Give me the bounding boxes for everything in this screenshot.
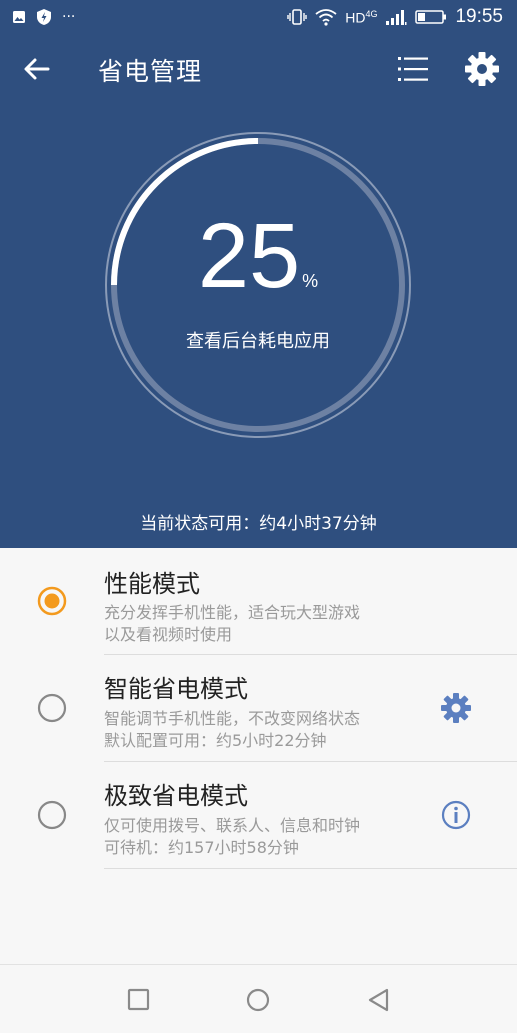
background-apps-link[interactable]: 查看后台耗电应用 [103,327,413,353]
radio-unselected-icon[interactable] [36,799,68,831]
status-bar: ··· HD4G 19:55 [0,0,517,36]
clock: 19:55 [455,6,503,27]
settings-gear-icon[interactable] [464,51,500,87]
gear-icon[interactable] [438,690,474,726]
wifi-icon [315,9,337,26]
mode-item-performance[interactable]: 性能模式 充分发挥手机性能，适合玩大型游戏 以及看视频时使用 [0,548,517,655]
mode-item-smart-saving[interactable]: 智能省电模式 智能调节手机性能，不改变网络状态 默认配置可用：约5小时22分钟 [0,655,517,762]
mode-title: 极致省电模式 [104,782,248,810]
mode-estimate: 可待机：约157小时58分钟 [104,838,299,857]
back-triangle-icon[interactable] [364,985,394,1015]
app-bar: 省电管理 [0,36,517,102]
mode-description: 充分发挥手机性能，适合玩大型游戏 [104,603,361,622]
more-notifications-icon: ··· [62,9,76,25]
mode-title: 智能省电模式 [104,675,248,703]
shield-notification-icon [37,9,51,25]
network-type-label: HD4G [345,8,378,26]
battery-usage-gauge[interactable]: 25% 查看后台耗电应用 [103,130,413,440]
image-notification-icon [13,11,25,23]
navigation-bar [0,964,517,1033]
mode-description: 以及看视频时使用 [104,625,233,644]
vibrate-icon [287,9,307,25]
percent-unit: % [302,271,319,291]
info-icon[interactable] [438,797,474,833]
mode-description: 仅可使用拨号、联系人、信息和时钟 [104,816,361,835]
radio-unselected-icon[interactable] [36,692,68,724]
battery-percent: 25% [197,205,319,307]
list-menu-icon[interactable] [395,52,431,86]
mode-title: 性能模式 [104,570,200,598]
back-arrow-icon[interactable] [20,52,54,86]
radio-selected-icon[interactable] [36,585,68,617]
mode-item-extreme-saving[interactable]: 极致省电模式 仅可使用拨号、联系人、信息和时钟 可待机：约157小时58分钟 [0,762,517,869]
divider [104,868,517,869]
battery-icon [415,10,447,24]
mode-estimate: 默认配置可用：约5小时22分钟 [104,731,327,750]
current-status-text: 当前状态可用：约4小时37分钟 [140,514,377,534]
page-title: 省电管理 [98,57,203,86]
mode-description: 智能调节手机性能，不改变网络状态 [104,709,361,728]
signal-icon [386,10,407,25]
recent-apps-square-icon[interactable] [124,985,154,1015]
home-circle-icon[interactable] [243,985,273,1015]
